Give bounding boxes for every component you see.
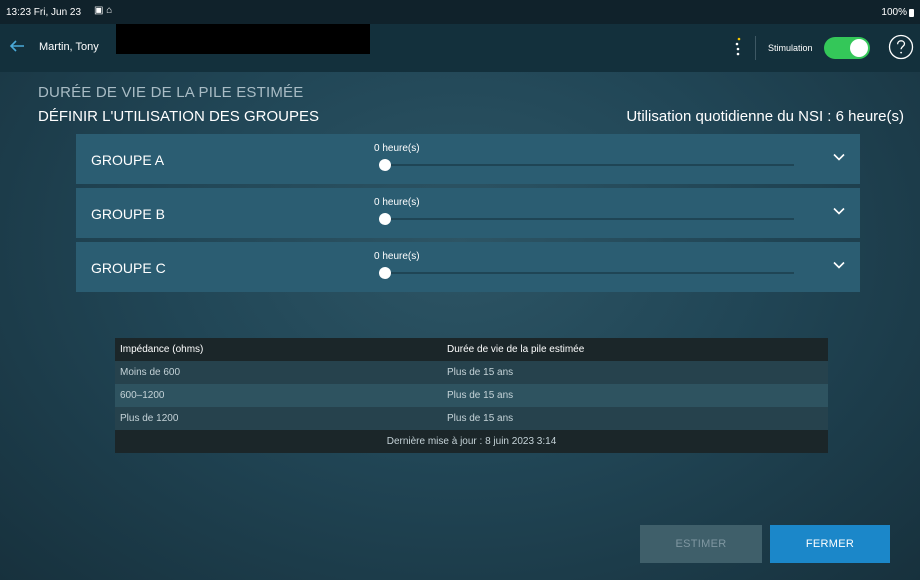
device-status-icon[interactable] [734, 36, 742, 60]
stimulation-label: Stimulation [768, 43, 813, 53]
screen-background: 13:23 Fri, Jun 23 ▣ ⌂ 100% Martin, Tony … [0, 0, 920, 580]
hours-slider-thumb[interactable] [379, 213, 391, 225]
column-header-battery-life: Durée de vie de la pile estimée [447, 344, 585, 355]
group-row-b[interactable]: GROUPE B 0 heure(s) [76, 188, 860, 238]
table-row: Moins de 600 Plus de 15 ans [115, 361, 828, 384]
nav-divider [755, 36, 756, 60]
table-header-row: Impédance (ohms) Durée de vie de la pile… [115, 338, 828, 361]
back-arrow-icon[interactable] [8, 37, 30, 59]
battery-indicator: 100% [881, 7, 914, 18]
redacted-patient-id [116, 24, 370, 54]
notification-icons: ▣ ⌂ [94, 5, 113, 16]
group-name: GROUPE C [91, 260, 166, 276]
battery-percent: 100% [881, 7, 907, 18]
group-row-a[interactable]: GROUPE A 0 heure(s) [76, 134, 860, 184]
battery-life-cell: Plus de 15 ans [447, 413, 514, 424]
top-nav-bar: Martin, Tony Stimulation [0, 24, 920, 72]
battery-life-table: Impédance (ohms) Durée de vie de la pile… [115, 338, 828, 453]
chevron-down-icon[interactable] [832, 204, 846, 218]
impedance-cell: 600–1200 [120, 390, 165, 401]
group-row-c[interactable]: GROUPE C 0 heure(s) [76, 242, 860, 292]
chevron-down-icon[interactable] [832, 258, 846, 272]
group-hours-label: 0 heure(s) [374, 197, 420, 208]
toggle-knob [850, 39, 868, 57]
chevron-down-icon[interactable] [832, 150, 846, 164]
hours-slider-track[interactable] [384, 164, 794, 166]
estimate-button[interactable]: ESTIMER [640, 525, 762, 563]
hours-slider-thumb[interactable] [379, 159, 391, 171]
hours-slider-track[interactable] [384, 272, 794, 274]
hours-slider-thumb[interactable] [379, 267, 391, 279]
impedance-cell: Moins de 600 [120, 367, 181, 378]
hours-slider-track[interactable] [384, 218, 794, 220]
battery-life-cell: Plus de 15 ans [447, 367, 514, 378]
patient-name: Martin, Tony [39, 41, 99, 53]
stimulation-toggle[interactable] [824, 37, 870, 59]
page-title: DURÉE DE VIE DE LA PILE ESTIMÉE [38, 84, 304, 101]
table-row: 600–1200 Plus de 15 ans [115, 384, 828, 407]
daily-usage-text: Utilisation quotidienne du NSI : 6 heure… [626, 108, 904, 125]
status-time: 13:23 Fri, Jun 23 [6, 7, 82, 18]
group-name: GROUPE A [91, 152, 165, 168]
close-button[interactable]: FERMER [770, 525, 890, 563]
table-row: Plus de 1200 Plus de 15 ans [115, 407, 828, 430]
battery-life-cell: Plus de 15 ans [447, 390, 514, 401]
section-subtitle: DÉFINIR L'UTILISATION DES GROUPES [38, 108, 319, 125]
group-hours-label: 0 heure(s) [374, 143, 420, 154]
status-bar: 13:23 Fri, Jun 23 ▣ ⌂ 100% [0, 0, 920, 24]
impedance-cell: Plus de 1200 [120, 413, 179, 424]
group-name: GROUPE B [91, 206, 165, 222]
column-header-impedance: Impédance (ohms) [120, 344, 204, 355]
battery-icon [909, 8, 914, 17]
table-footer-row: Dernière mise à jour : 8 juin 2023 3:14 [115, 430, 828, 453]
group-hours-label: 0 heure(s) [374, 251, 420, 262]
last-updated-text: Dernière mise à jour : 8 juin 2023 3:14 [386, 436, 557, 447]
help-icon[interactable] [888, 34, 914, 60]
